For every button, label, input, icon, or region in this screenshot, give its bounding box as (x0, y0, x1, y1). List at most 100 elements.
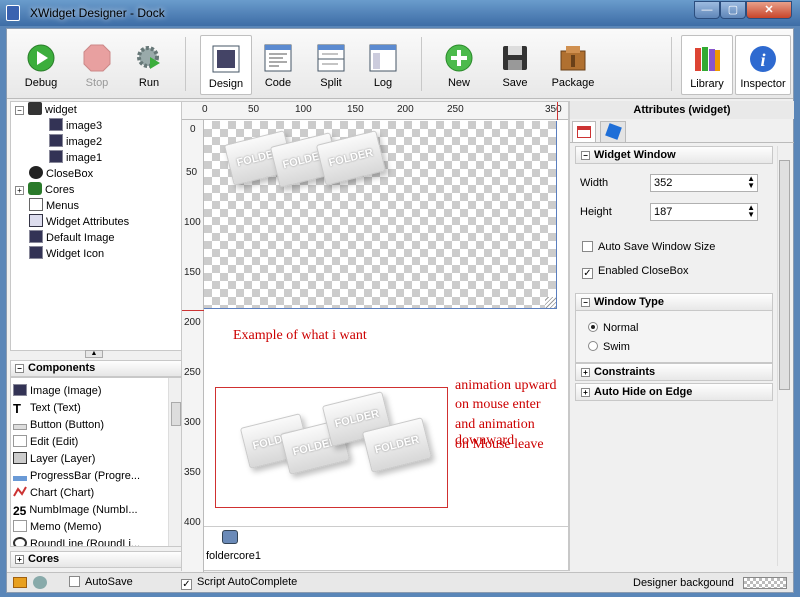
scrollbar-thumb[interactable] (171, 402, 181, 426)
core-tray-divider (204, 526, 568, 527)
design-label: Design (208, 78, 244, 90)
design-button[interactable]: Design (200, 35, 252, 95)
component-progressbar[interactable]: ProgressBar (Progre... (13, 468, 140, 485)
save-button[interactable]: Save (489, 35, 541, 95)
stop-button[interactable]: Stop (71, 35, 123, 95)
component-button[interactable]: Button (Button) (13, 417, 104, 434)
split-button[interactable]: Split (305, 35, 357, 95)
log-button[interactable]: Log (357, 35, 409, 95)
maximize-button[interactable]: ▢ (720, 1, 746, 19)
designer-canvas-area[interactable]: 0 50 100 150 200 250 350 0 50 100 150 20… (181, 101, 569, 572)
spinner-icon[interactable]: ▲ ▼ (747, 204, 755, 219)
enabled-closebox-checkbox[interactable]: ✓ Enabled CloseBox (582, 265, 689, 279)
radio-selected-icon[interactable] (588, 322, 598, 332)
cores-header[interactable]: + Cores (10, 551, 184, 568)
close-button[interactable]: ✕ (746, 1, 792, 19)
expand-icon[interactable]: + (15, 555, 24, 564)
collapse-icon[interactable]: − (581, 151, 590, 160)
code-label: Code (264, 77, 292, 89)
splitter-arrow-icon[interactable]: ▲ (85, 350, 103, 358)
component-text[interactable]: T Text (Text) (13, 400, 81, 417)
collapse-icon[interactable]: − (581, 298, 590, 307)
image-icon (49, 118, 63, 131)
image-icon (49, 150, 63, 163)
component-numbimage[interactable]: 25 NumbImage (NumbI... (13, 502, 138, 519)
section-constraints[interactable]: + Constraints (575, 363, 773, 381)
tree-item-widget-attributes[interactable]: Widget Attributes (29, 214, 129, 230)
code-button[interactable]: Code (252, 35, 304, 95)
component-label: NumbImage (NumbI... (29, 504, 138, 516)
tree-item-widget[interactable]: − widget (15, 102, 77, 118)
expand-icon[interactable]: + (581, 388, 590, 397)
auto-save-size-checkbox[interactable]: Auto Save Window Size (582, 241, 715, 253)
tree-item-default-image[interactable]: Default Image (29, 230, 114, 246)
tab-calendar[interactable] (572, 121, 596, 142)
core-icon[interactable] (222, 530, 238, 544)
section-window-type[interactable]: − Window Type (575, 293, 773, 311)
component-roundline[interactable]: RoundLine (RoundLi... (13, 536, 140, 546)
core-item-label[interactable]: foldercore1 (206, 550, 261, 562)
script-autocomplete-checkbox[interactable]: ✓ Script AutoComplete (181, 576, 297, 590)
package-button[interactable]: Package (545, 35, 601, 95)
component-edit[interactable]: Edit (Edit) (13, 434, 78, 451)
tree-item-widget-icon[interactable]: Widget Icon (29, 246, 104, 262)
width-field[interactable]: 352 ▲ ▼ (650, 174, 758, 192)
debug-button[interactable]: Debug (15, 35, 67, 95)
stop-icon (83, 44, 111, 72)
components-header[interactable]: − Components (10, 360, 184, 377)
ruler-tick: 200 (184, 317, 201, 328)
radio-swim[interactable]: Swim (588, 341, 630, 353)
tree-item-image3[interactable]: image3 (49, 118, 102, 134)
tree-item-menus[interactable]: Menus (29, 198, 79, 214)
folder-icon[interactable] (13, 577, 27, 588)
background-swatch[interactable] (743, 577, 787, 589)
radio-normal[interactable]: Normal (588, 322, 638, 334)
library-button[interactable]: Library (681, 35, 733, 95)
ruler-tick: 0 (190, 124, 196, 135)
settings-icon[interactable] (33, 576, 47, 589)
layer-icon (13, 452, 27, 464)
new-button[interactable]: New (433, 35, 485, 95)
radio-icon[interactable] (588, 341, 598, 351)
expand-icon[interactable]: + (581, 368, 590, 377)
section-widget-window[interactable]: − Widget Window (575, 146, 773, 164)
checkbox-icon[interactable] (69, 576, 80, 587)
tab-cube[interactable] (600, 121, 626, 142)
autosave-checkbox[interactable]: AutoSave (69, 576, 133, 588)
ruler-tick: 250 (447, 104, 464, 115)
widget-canvas[interactable]: FOLDER FOLDER FOLDER (204, 121, 557, 309)
spinner-icon[interactable]: ▲ ▼ (747, 175, 755, 190)
tree-item-image1[interactable]: image1 (49, 150, 102, 166)
height-value: 187 (654, 206, 673, 218)
tree-item-cores[interactable]: + Cores (15, 182, 74, 198)
resize-grip-icon[interactable] (545, 297, 556, 308)
run-button[interactable]: Run (123, 35, 175, 95)
checkbox-label: Auto Save Window Size (598, 241, 716, 253)
section-auto-hide[interactable]: + Auto Hide on Edge (575, 383, 773, 401)
height-field[interactable]: 187 ▲ ▼ (650, 203, 758, 221)
progressbar-icon (13, 476, 27, 481)
vertical-ruler: 0 50 100 150 200 250 300 350 400 (182, 120, 204, 572)
collapse-icon[interactable]: − (15, 364, 24, 373)
scrollbar-thumb[interactable] (779, 160, 790, 390)
checkbox-icon[interactable] (582, 241, 593, 252)
collapse-icon[interactable]: − (15, 106, 24, 115)
component-layer[interactable]: Layer (Layer) (13, 451, 95, 468)
checkbox-label: Enabled CloseBox (598, 265, 689, 277)
component-memo[interactable]: Memo (Memo) (13, 519, 102, 536)
attributes-icon (29, 214, 43, 227)
floppy-icon (503, 46, 527, 70)
radio-label: Normal (603, 322, 639, 334)
ruler-tick: 200 (397, 104, 414, 115)
component-image[interactable]: Image (Image) (13, 383, 102, 400)
minimize-button[interactable]: — (694, 1, 720, 19)
checkmark-icon[interactable]: ✓ (582, 268, 593, 279)
expand-icon[interactable]: + (15, 186, 24, 195)
component-chart[interactable]: Chart (Chart) (13, 485, 94, 502)
tree-item-image2[interactable]: image2 (49, 134, 102, 150)
toolbar-separator (671, 37, 672, 91)
tree-item-closebox[interactable]: CloseBox (29, 166, 93, 182)
inspector-scrollbar[interactable] (777, 146, 791, 566)
checkmark-icon[interactable]: ✓ (181, 579, 192, 590)
inspector-button[interactable]: i Inspector (735, 35, 791, 95)
